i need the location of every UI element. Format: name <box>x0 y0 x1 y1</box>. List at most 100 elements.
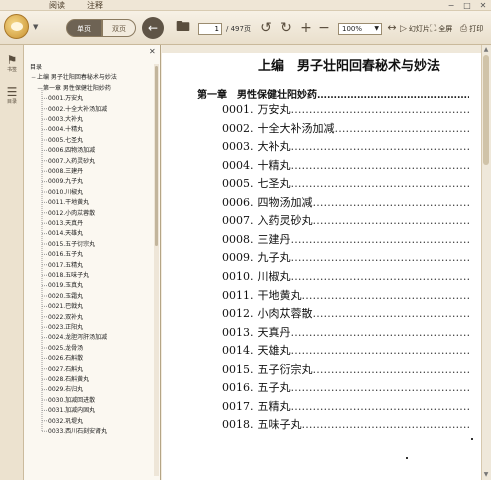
toc-tree-item[interactable]: 0003.大补丸 <box>48 114 83 125</box>
fullscreen-button[interactable]: ⛶ 全屏 <box>430 22 452 36</box>
zoom-select[interactable]: 100% ▼ <box>338 23 382 35</box>
toc-tree-item[interactable]: 0022.双补丸 <box>48 312 83 323</box>
toc-tree-item[interactable]: 0028.石斛黄丸 <box>48 374 89 385</box>
toc-tree-label: 0012.小肉苁蓉散 <box>48 209 96 217</box>
toc-tree-item[interactable]: 0030.加减回进散 <box>48 395 95 406</box>
close-icon[interactable]: ✕ <box>477 1 489 11</box>
entry-number: 0013. <box>222 325 254 339</box>
single-page-button[interactable]: 单页 <box>66 19 102 37</box>
entry-number: 0014. <box>222 344 254 358</box>
toc-tree-item[interactable]: 0006.四物汤加减 <box>48 145 95 156</box>
toc-tree-item[interactable]: 0002.十全大补汤加减 <box>48 104 107 115</box>
toc-entry[interactable]: 0002.十全大补汤加减…………………………………………………………………………… <box>222 120 469 138</box>
toc-entry[interactable]: 0008.三建丹…………………………………………………………………………… <box>222 231 469 249</box>
toc-tree-item[interactable]: 0017.五精丸 <box>48 260 83 271</box>
toc-tree-item[interactable]: 0015.五子衍宗丸 <box>48 239 95 250</box>
toc-tree-item[interactable]: 0027.石斛丸 <box>48 364 83 375</box>
toc-tree-label: 目录 <box>30 64 43 71</box>
toc-tree-item[interactable]: 0020.玉霜丸 <box>48 291 83 302</box>
entry-number: 0004. <box>222 158 254 172</box>
fit-width-icon[interactable]: ↔ <box>384 19 400 37</box>
toc-entry[interactable]: 0001.万安丸…………………………………………………………………………… <box>222 101 469 119</box>
toc-tree-item[interactable]: 0021.巴戟丸 <box>48 301 83 312</box>
slideshow-button[interactable]: ▷ 幻灯片 <box>400 22 430 36</box>
menu-dropdown-icon[interactable]: ▼ <box>33 23 38 31</box>
toc-tree-item[interactable]: 0001.万安丸 <box>48 93 83 104</box>
toc-tree-item[interactable]: 0024.龙胆泻肝汤加减 <box>48 332 107 343</box>
toc-entry[interactable]: 0010.川椒丸…………………………………………………………………………… <box>222 268 469 286</box>
toc-entry[interactable]: 0007.入药灵砂丸…………………………………………………………………………… <box>222 212 469 230</box>
toc-tree-item[interactable]: 0016.五子丸 <box>48 249 83 260</box>
prev-page-button[interactable]: ← <box>142 17 164 39</box>
toc-tree-item[interactable]: 0026.石斛散 <box>48 353 83 364</box>
close-sidebar-icon[interactable]: ✕ <box>149 47 156 56</box>
toc-tree-root[interactable]: 目录 <box>30 62 42 73</box>
toc-tree-item[interactable]: 0004.十精丸 <box>48 124 83 135</box>
entry-dot-leader: …………………………………………………………………………… <box>290 140 470 154</box>
rotate-left-icon[interactable]: ↺ <box>258 19 274 37</box>
toc-tree-item[interactable]: 0018.五味子丸 <box>48 270 89 281</box>
toc-entry[interactable]: 0005.七圣丸…………………………………………………………………………… <box>222 175 469 193</box>
toc-tree-item[interactable]: 0007.入药灵砂丸 <box>48 156 95 167</box>
toc-entry[interactable]: 0004.十精丸…………………………………………………………………………… <box>222 157 469 175</box>
toc-entry[interactable]: 0011.干地黄丸…………………………………………………………………………… <box>222 287 469 305</box>
toc-tree-item[interactable]: 0031.加减内固丸 <box>48 405 95 416</box>
toc-entry[interactable]: 0003.大补丸…………………………………………………………………………… <box>222 138 469 156</box>
zoom-in-icon[interactable]: + <box>298 19 314 37</box>
toc-tree-node[interactable]: −上编 男子壮阳回春秘术与妙法 <box>30 72 117 83</box>
toc-tree-item[interactable]: 0014.天雄丸 <box>48 228 83 239</box>
rail-contents[interactable]: ☰ 目录 <box>3 85 21 106</box>
toc-entry[interactable]: 0014.天雄丸…………………………………………………………………………… <box>222 342 469 360</box>
open-folder-icon[interactable]: 🖿 <box>172 18 194 36</box>
zoom-out-icon[interactable]: − <box>316 19 332 37</box>
toc-entry[interactable]: 0018.五味子丸…………………………………………………………………………… <box>222 416 469 434</box>
toc-tree-item[interactable]: 0012.小肉苁蓉散 <box>48 208 95 219</box>
entry-number: 0002. <box>222 121 254 135</box>
toc-tree-item[interactable]: 0019.玉真丸 <box>48 280 83 291</box>
toc-tree-item[interactable]: 0025.龙骨汤 <box>48 343 83 354</box>
page-number-input[interactable]: 1 <box>198 23 222 35</box>
collapse-toggle-icon[interactable]: − <box>36 83 43 94</box>
page-mark <box>406 457 408 459</box>
toc-tree-item[interactable]: 0008.三建丹 <box>48 166 83 177</box>
toc-tree-item[interactable]: 0032.巩堤丸 <box>48 416 83 427</box>
toc-tree-item[interactable]: 0009.九子丸 <box>48 176 83 187</box>
toc-tree-item[interactable]: 0010.川椒丸 <box>48 187 83 198</box>
rotate-right-icon[interactable]: ↻ <box>278 19 294 37</box>
toc-entry[interactable]: 0009.九子丸…………………………………………………………………………… <box>222 249 469 267</box>
double-page-button[interactable]: 双页 <box>102 19 136 37</box>
entry-name: 十精丸 <box>257 158 291 172</box>
tab-annotate[interactable]: 注释 <box>82 0 108 11</box>
toc-tree-label: 0007.入药灵砂丸 <box>48 157 96 165</box>
rail-bookmarks[interactable]: ⚑ 书签 <box>3 53 21 74</box>
toc-entry[interactable]: 0012.小肉苁蓉散…………………………………………………………………………… <box>222 305 469 323</box>
toc-entry[interactable]: 0017.五精丸…………………………………………………………………………… <box>222 398 469 416</box>
toc-entry[interactable]: 0015.五子衍宗丸…………………………………………………………………………… <box>222 361 469 379</box>
minimize-icon[interactable]: − <box>445 1 457 11</box>
app-logo-icon[interactable] <box>4 14 29 39</box>
page-mark <box>471 438 473 440</box>
tab-read[interactable]: 阅读 <box>44 0 70 11</box>
toc-entry[interactable]: 0013.天真丹…………………………………………………………………………… <box>222 324 469 342</box>
toc-tree-node[interactable]: −第一章 男性保健壮阳妙药 <box>36 83 111 94</box>
scroll-down-icon[interactable]: ▼ <box>482 471 490 479</box>
maximize-icon[interactable]: □ <box>461 1 473 11</box>
toc-entry[interactable]: 0006.四物汤加减…………………………………………………………………………… <box>222 194 469 212</box>
toc-entry[interactable]: 0016.五子丸…………………………………………………………………………… <box>222 379 469 397</box>
print-button[interactable]: ⎙ 打印 <box>460 22 483 36</box>
scroll-up-icon[interactable]: ▲ <box>482 46 490 54</box>
toc-tree-item[interactable]: 0011.干地黄丸 <box>48 197 89 208</box>
toc-tree-item[interactable]: 0029.右归丸 <box>48 384 83 395</box>
document-scroll-thumb[interactable] <box>483 55 489 165</box>
toc-tree-item[interactable]: 0023.正阳丸 <box>48 322 83 333</box>
entry-dot-leader: …………………………………………………………………………… <box>312 362 470 376</box>
toc-tree-item[interactable]: 0005.七圣丸 <box>48 135 83 146</box>
toc-tree-item[interactable]: 0033.西川石刻安肾丸 <box>48 426 107 437</box>
entry-number: 0009. <box>222 251 254 265</box>
entry-number: 0011. <box>222 288 254 302</box>
entry-number: 0001. <box>222 103 254 116</box>
entry-name: 天真丹 <box>257 325 291 339</box>
collapse-toggle-icon[interactable]: − <box>30 72 37 83</box>
toc-tree-item[interactable]: 0013.天真丹 <box>48 218 83 229</box>
sidebar-scroll-thumb[interactable] <box>155 66 158 246</box>
